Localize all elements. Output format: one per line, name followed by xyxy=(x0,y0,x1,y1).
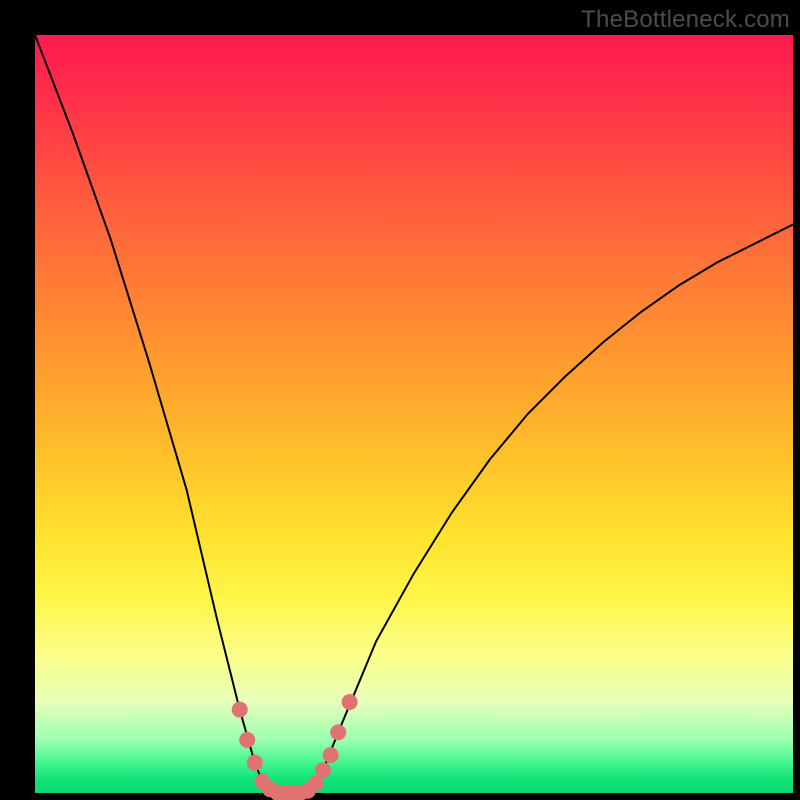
curve-marker xyxy=(323,747,339,763)
plot-area xyxy=(35,35,793,793)
curve-marker xyxy=(330,724,346,740)
bottleneck-curve xyxy=(35,35,793,793)
curve-marker xyxy=(315,762,331,778)
curve-marker xyxy=(239,732,255,748)
plot-svg xyxy=(35,35,793,793)
chart-frame: TheBottleneck.com xyxy=(0,0,800,800)
curve-marker xyxy=(342,694,358,710)
curve-marker xyxy=(308,776,324,792)
curve-markers xyxy=(232,694,358,800)
curve-marker xyxy=(247,755,263,771)
curve-marker xyxy=(232,702,248,718)
watermark-text: TheBottleneck.com xyxy=(581,6,790,34)
